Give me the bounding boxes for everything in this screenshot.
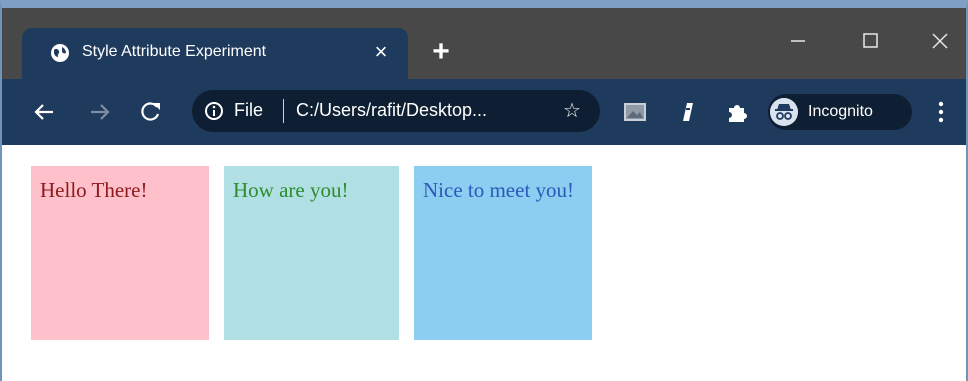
pen-extension-icon[interactable] bbox=[674, 99, 700, 125]
globe-icon bbox=[51, 44, 69, 62]
incognito-profile-button[interactable]: Incognito bbox=[768, 94, 912, 130]
maximize-icon[interactable] bbox=[850, 26, 890, 56]
plus-icon[interactable]: + bbox=[426, 37, 456, 68]
incognito-label: Incognito bbox=[808, 103, 873, 120]
url-text[interactable]: C:/Users/rafit/Desktop... bbox=[296, 100, 487, 121]
address-separator bbox=[283, 99, 284, 123]
puzzle-icon[interactable] bbox=[724, 99, 750, 125]
tab-active[interactable]: Style Attribute Experiment × bbox=[22, 28, 408, 79]
incognito-icon bbox=[770, 98, 798, 126]
nice-to-meet-box: Nice to meet you! bbox=[414, 166, 592, 340]
image-extension-icon[interactable] bbox=[622, 99, 648, 125]
how-are-you-box: How are you! bbox=[224, 166, 399, 340]
scheme-label: File bbox=[234, 100, 264, 120]
reload-icon[interactable] bbox=[136, 97, 166, 127]
forward-arrow-icon bbox=[91, 104, 110, 120]
back-arrow-icon[interactable] bbox=[30, 97, 60, 127]
title-bar: Style Attribute Experiment × + bbox=[2, 8, 966, 79]
star-icon[interactable]: ☆ bbox=[560, 99, 584, 123]
browser-window: Style Attribute Experiment × + File C:/U… bbox=[0, 0, 968, 381]
page-content: Hello There! How are you! Nice to meet y… bbox=[2, 145, 966, 381]
address-bar[interactable]: File C:/Users/rafit/Desktop... ☆ bbox=[192, 90, 600, 132]
tab-title: Style Attribute Experiment bbox=[82, 43, 267, 60]
toolbar: File C:/Users/rafit/Desktop... ☆ Incogni… bbox=[2, 79, 966, 145]
window-close-icon[interactable] bbox=[920, 26, 960, 56]
tab-close-icon[interactable]: × bbox=[369, 38, 393, 66]
minimize-icon[interactable] bbox=[778, 26, 818, 56]
info-icon[interactable] bbox=[204, 101, 224, 121]
kebab-menu-icon[interactable] bbox=[932, 99, 950, 125]
hello-box: Hello There! bbox=[31, 166, 209, 340]
